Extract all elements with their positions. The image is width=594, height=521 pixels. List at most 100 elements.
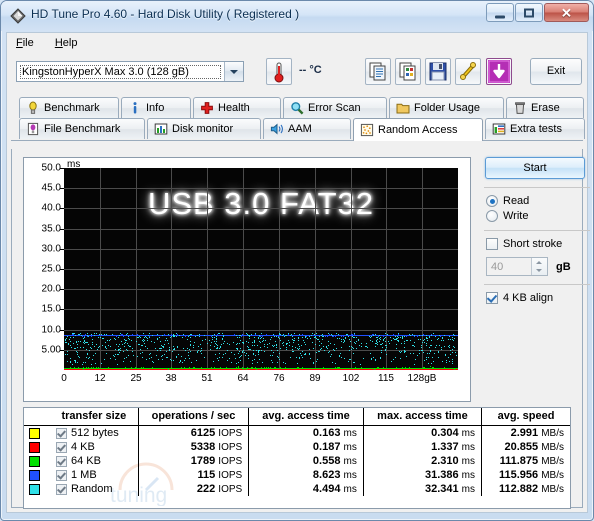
- row-transfer-size[interactable]: 1 MB: [50, 468, 139, 483]
- series-point: [359, 335, 360, 336]
- row-checkbox[interactable]: [56, 441, 67, 453]
- series-point: [431, 368, 432, 369]
- copy-image-button[interactable]: [395, 58, 421, 85]
- scatter-point: [305, 344, 306, 345]
- minimize-button[interactable]: [486, 3, 514, 22]
- series-point: [122, 335, 123, 336]
- scatter-point: [80, 347, 81, 348]
- series-point: [297, 368, 298, 369]
- tab-erase[interactable]: Erase: [506, 97, 584, 118]
- row-checkbox[interactable]: [56, 483, 67, 495]
- scatter-point: [144, 337, 145, 338]
- scatter-point: [117, 354, 118, 355]
- chevron-down-icon[interactable]: [224, 62, 243, 81]
- tab-file-benchmark[interactable]: File Benchmark: [19, 118, 145, 139]
- tab-folder-usage[interactable]: Folder Usage: [389, 97, 504, 118]
- scatter-point: [391, 361, 392, 362]
- table-row[interactable]: 1 MB 115 IOPS 8.623 ms 31.386 ms 115.956 MB/…: [24, 468, 570, 483]
- row-transfer-size[interactable]: 64 KB: [50, 454, 139, 469]
- scatter-point: [272, 362, 273, 363]
- scatter-point: [144, 343, 145, 344]
- start-button[interactable]: Start: [485, 157, 585, 179]
- scatter-point: [427, 340, 428, 341]
- scatter-point: [98, 347, 99, 348]
- extra-chart-icon: [492, 122, 506, 136]
- scatter-point: [385, 337, 386, 338]
- series-point: [108, 367, 109, 368]
- short-stroke-checkbox[interactable]: Short stroke: [486, 238, 592, 250]
- scatter-point: [256, 350, 257, 351]
- scatter-point: [305, 337, 306, 338]
- menu-item-help[interactable]: Help: [46, 33, 87, 52]
- row-transfer-size[interactable]: 4 KB: [50, 440, 139, 455]
- scatter-point: [153, 362, 154, 363]
- tab-aam[interactable]: AAM: [263, 118, 351, 139]
- row-operations: 5338 IOPS: [138, 440, 250, 455]
- short-stroke-stepper[interactable]: 40: [486, 257, 548, 276]
- table-row[interactable]: 4 KB 5338 IOPS 0.187 ms 1.337 ms 20.855 MB/s: [24, 440, 570, 455]
- row-checkbox[interactable]: [56, 455, 67, 467]
- table-row[interactable]: Random 222 IOPS 4.494 ms 32.341 ms 112.882 M…: [24, 482, 570, 497]
- scatter-point: [429, 347, 430, 348]
- scatter-point: [298, 340, 299, 341]
- scatter-point: [235, 358, 236, 359]
- tab-extra-tests[interactable]: Extra tests: [485, 118, 585, 139]
- scatter-point: [222, 333, 223, 334]
- row-avg-access: 8.623 ms: [248, 468, 364, 483]
- series-point: [113, 335, 114, 336]
- x-axis-tick-label: 38: [165, 373, 177, 384]
- scatter-point: [414, 346, 415, 347]
- scatter-point: [312, 333, 313, 334]
- row-color-swatch: [24, 468, 50, 482]
- floppy-save-button[interactable]: [425, 58, 451, 85]
- tab-health[interactable]: Health: [193, 97, 281, 118]
- tab-info[interactable]: Info: [121, 97, 191, 118]
- row-transfer-size[interactable]: Random: [50, 482, 139, 497]
- series-point: [137, 368, 138, 369]
- scatter-point: [431, 340, 432, 341]
- tab-error-scan[interactable]: Error Scan: [283, 97, 387, 118]
- menu-item-file[interactable]: File: [7, 33, 43, 52]
- row-checkbox[interactable]: [56, 469, 67, 481]
- copy-text-button[interactable]: [365, 58, 391, 85]
- scatter-point: [238, 353, 239, 354]
- series-point: [329, 334, 330, 335]
- row-transfer-size[interactable]: 512 bytes: [50, 425, 139, 441]
- scatter-point: [138, 337, 139, 338]
- exit-button[interactable]: Exit: [530, 58, 582, 85]
- drive-select[interactable]: KingstonHyperX Max 3.0 (128 gB): [16, 61, 244, 82]
- scatter-point: [92, 344, 93, 345]
- series-point: [159, 368, 160, 369]
- window-controls: ✕: [486, 3, 589, 22]
- scatter-point: [115, 339, 116, 340]
- y-axis-tick: [60, 168, 64, 169]
- scatter-point: [404, 343, 405, 344]
- radio-write[interactable]: Write: [486, 210, 592, 222]
- stepper-arrows-icon[interactable]: [531, 258, 547, 275]
- close-button[interactable]: ✕: [544, 3, 589, 22]
- series-point: [75, 369, 76, 370]
- tab-row-1: Benchmark Info Health Error Scan Folder …: [11, 97, 584, 119]
- row-avg-access: 0.187 ms: [248, 440, 364, 455]
- temperature-button[interactable]: [266, 58, 292, 85]
- scatter-point: [293, 351, 294, 352]
- table-row[interactable]: 512 bytes 6125 IOPS 0.163 ms 0.304 ms 2.991 …: [24, 425, 570, 441]
- scatter-point: [106, 353, 107, 354]
- tab-random-access[interactable]: Random Access: [353, 118, 483, 141]
- scatter-point: [205, 339, 206, 340]
- scatter-point: [280, 340, 281, 341]
- scatter-point: [436, 345, 437, 346]
- scatter-point: [344, 358, 345, 359]
- radio-read[interactable]: Read: [486, 195, 592, 207]
- wrench-clip-button[interactable]: [455, 58, 481, 85]
- series-point: [447, 369, 448, 370]
- series-point: [327, 336, 328, 337]
- align-checkbox[interactable]: 4 KB align: [486, 292, 592, 304]
- scatter-point: [190, 351, 191, 352]
- download-button[interactable]: [486, 58, 512, 85]
- maximize-button[interactable]: [515, 3, 543, 22]
- tab-disk-monitor[interactable]: Disk monitor: [147, 118, 261, 139]
- row-checkbox[interactable]: [56, 427, 67, 439]
- table-row[interactable]: 64 KB 1789 IOPS 0.558 ms 2.310 ms 111.875 MB…: [24, 454, 570, 469]
- tab-benchmark[interactable]: Benchmark: [19, 97, 119, 118]
